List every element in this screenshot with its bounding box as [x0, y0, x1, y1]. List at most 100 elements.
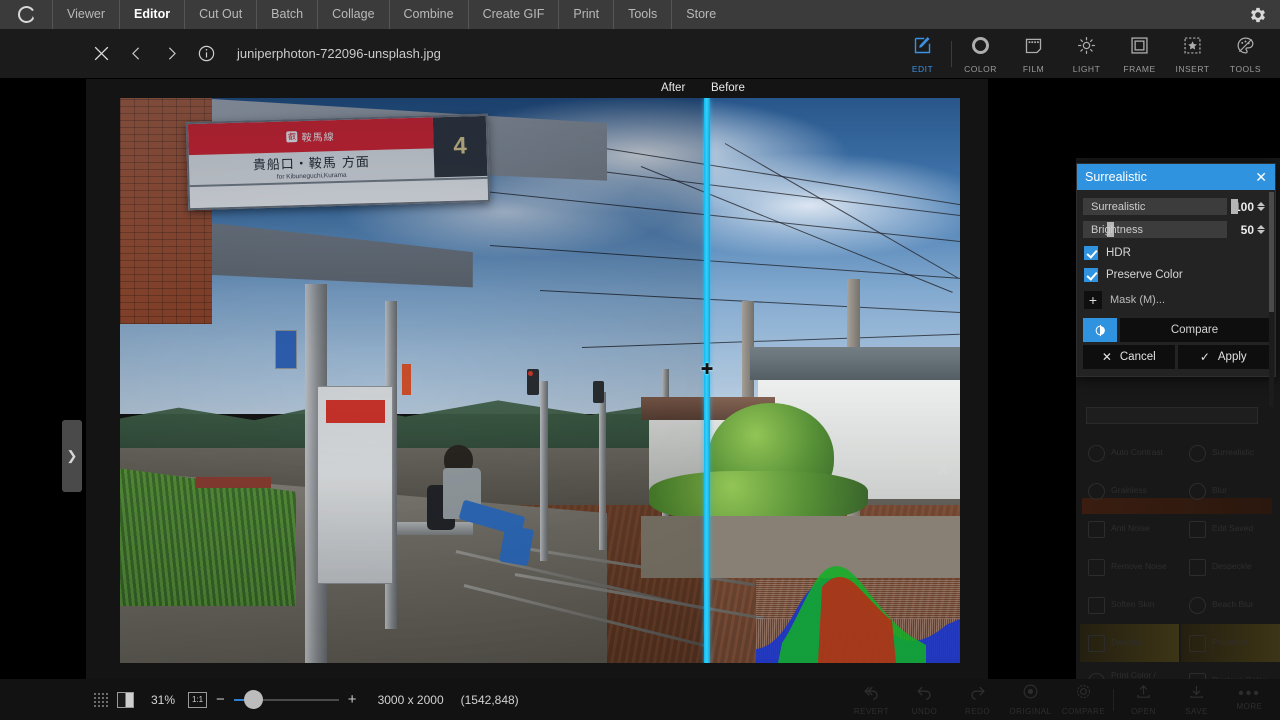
- plus-icon[interactable]: +: [1084, 291, 1102, 309]
- effect-item[interactable]: Beach Blur: [1181, 586, 1280, 624]
- menu-item-combine[interactable]: Combine: [389, 0, 468, 29]
- spinner-surrealistic[interactable]: [1257, 202, 1269, 211]
- photo-viewport[interactable]: 叡 鞍馬線 4 貴船口・鞍馬 方面 for Kibuneguchi,Kurama: [120, 98, 960, 663]
- photo-image: 叡 鞍馬線 4 貴船口・鞍馬 方面 for Kibuneguchi,Kurama: [120, 98, 960, 663]
- mode-button-edit[interactable]: EDIT: [896, 29, 949, 79]
- zoom-in-button[interactable]: +: [348, 691, 357, 708]
- menu-item-viewer[interactable]: Viewer: [52, 0, 119, 29]
- split-view-icon[interactable]: [117, 692, 134, 708]
- zoom-slider[interactable]: [234, 693, 339, 707]
- save-button[interactable]: SAVE: [1170, 679, 1223, 720]
- menu-item-tools[interactable]: Tools: [613, 0, 671, 29]
- before-after-labels: After Before: [86, 80, 988, 99]
- chevron-left-icon[interactable]: [121, 39, 151, 69]
- effect-label: Blur: [1212, 486, 1227, 496]
- slider-knob[interactable]: [1231, 199, 1238, 214]
- before-label: Before: [711, 82, 745, 94]
- mode-button-tools[interactable]: TOOLS: [1219, 29, 1272, 79]
- save-download-icon: [1187, 683, 1206, 705]
- revert-button[interactable]: REVERT: [845, 679, 898, 720]
- checkbox-row-hdr[interactable]: HDR: [1084, 246, 1269, 260]
- checkbox-row-preserve-color[interactable]: Preserve Color: [1084, 268, 1269, 282]
- checkbox-hdr[interactable]: [1084, 246, 1098, 260]
- cancel-button[interactable]: ✕ Cancel: [1083, 345, 1175, 369]
- effect-item[interactable]: Soften Skin: [1080, 586, 1179, 624]
- compare-button[interactable]: Compare: [1120, 318, 1269, 342]
- panel-scrollbar[interactable]: [1269, 192, 1274, 407]
- original-button[interactable]: ORIGINAL: [1004, 679, 1057, 720]
- slider-track[interactable]: Surrealistic: [1083, 198, 1227, 215]
- app-logo[interactable]: [0, 6, 52, 23]
- menu-item-print[interactable]: Print: [558, 0, 613, 29]
- menu-item-editor[interactable]: Editor: [119, 0, 184, 29]
- effect-item[interactable]: Auto Contrast: [1080, 434, 1179, 472]
- palette-icon: [1235, 35, 1256, 61]
- effect-item[interactable]: Despeckle: [1181, 548, 1280, 586]
- more-button[interactable]: ••• MORE: [1223, 679, 1276, 720]
- panel-title: Surrealistic: [1085, 170, 1147, 184]
- gear-icon[interactable]: [1248, 5, 1268, 25]
- effect-item[interactable]: Denoise: [1080, 624, 1179, 662]
- chevron-right-icon[interactable]: [156, 39, 186, 69]
- zoom-out-button[interactable]: −: [216, 691, 225, 708]
- spinner-brightness[interactable]: [1257, 225, 1269, 234]
- effects-grid: Auto Contrast Surrealistic Grainless Blu…: [1080, 434, 1280, 720]
- status-bar: 31% 1:1 − + 3000 x 2000 (1542,848) REVER…: [0, 679, 1280, 720]
- before-after-divider[interactable]: ✚: [704, 98, 710, 663]
- checkbox-preserve-color[interactable]: [1084, 268, 1098, 282]
- divider-move-handle-icon[interactable]: ✚: [697, 360, 717, 380]
- effect-item[interactable]: Posterize: [1181, 624, 1280, 662]
- slider-track[interactable]: Brightness: [1083, 221, 1227, 238]
- effects-search-input[interactable]: [1086, 407, 1258, 424]
- menu-item-batch[interactable]: Batch: [256, 0, 317, 29]
- compare-split-icon[interactable]: [1083, 318, 1117, 342]
- redo-button[interactable]: REDO: [951, 679, 1004, 720]
- mode-button-film[interactable]: FILM: [1007, 29, 1060, 79]
- open-upload-icon: [1134, 683, 1153, 705]
- undo-button[interactable]: UNDO: [898, 679, 951, 720]
- panel-header: Surrealistic ✕: [1077, 164, 1275, 190]
- mode-label-film: FILM: [1023, 64, 1044, 74]
- mode-button-color[interactable]: COLOR: [954, 29, 1007, 79]
- menu-item-cut-out[interactable]: Cut Out: [184, 0, 256, 29]
- mode-button-frame[interactable]: FRAME: [1113, 29, 1166, 79]
- slider-surrealistic: Surrealistic 100: [1083, 198, 1269, 215]
- photo-bench: [196, 477, 272, 488]
- panel-scrollbar-thumb[interactable]: [1269, 192, 1274, 312]
- effect-item[interactable]: Remove Noise: [1080, 548, 1179, 586]
- left-panel-flyout-toggle[interactable]: ❯: [62, 420, 82, 492]
- effect-label: Denoise: [1111, 638, 1142, 648]
- save-label: SAVE: [1185, 707, 1208, 716]
- check-icon: ✓: [1200, 350, 1210, 364]
- close-icon[interactable]: ✕: [1255, 169, 1267, 186]
- toolbar-left-group: juniperphoton-722096-unsplash.jpg: [0, 39, 441, 69]
- effect-item[interactable]: Anti Noise: [1080, 510, 1179, 548]
- mode-button-insert[interactable]: INSERT: [1166, 29, 1219, 79]
- compare-label-bottom: COMPARE: [1062, 707, 1105, 716]
- grid-dots-icon[interactable]: [93, 692, 108, 707]
- close-icon[interactable]: [86, 39, 116, 69]
- edit-pencil-icon: [912, 35, 933, 61]
- one-to-one-button[interactable]: 1:1: [188, 692, 207, 708]
- menu-item-store[interactable]: Store: [671, 0, 730, 29]
- info-icon[interactable]: [191, 39, 221, 69]
- effect-item[interactable]: Grainless: [1080, 472, 1179, 510]
- sign-destination-en: for Kibuneguchi,Kurama: [277, 172, 347, 181]
- zoom-slider-knob[interactable]: [244, 690, 263, 709]
- compare-button-bottom[interactable]: COMPARE: [1057, 679, 1110, 720]
- more-dots-icon: •••: [1238, 688, 1261, 700]
- sign-destination-jp: 貴船口・鞍馬 方面: [253, 151, 371, 173]
- effect-label: Soften Skin: [1111, 600, 1154, 610]
- grainless-icon: [1088, 483, 1105, 500]
- open-button[interactable]: OPEN: [1117, 679, 1170, 720]
- image-workarea[interactable]: After Before: [86, 79, 988, 679]
- mode-button-light[interactable]: LIGHT: [1060, 29, 1113, 79]
- effect-item[interactable]: Surrealistic: [1181, 434, 1280, 472]
- menu-item-collage[interactable]: Collage: [317, 0, 388, 29]
- effect-item[interactable]: Edit Saved: [1181, 510, 1280, 548]
- effect-item[interactable]: Blur: [1181, 472, 1280, 510]
- mask-row[interactable]: + Mask (M)...: [1084, 291, 1269, 309]
- open-label: OPEN: [1131, 707, 1156, 716]
- menu-item-create-gif[interactable]: Create GIF: [468, 0, 559, 29]
- apply-button[interactable]: ✓ Apply: [1178, 345, 1270, 369]
